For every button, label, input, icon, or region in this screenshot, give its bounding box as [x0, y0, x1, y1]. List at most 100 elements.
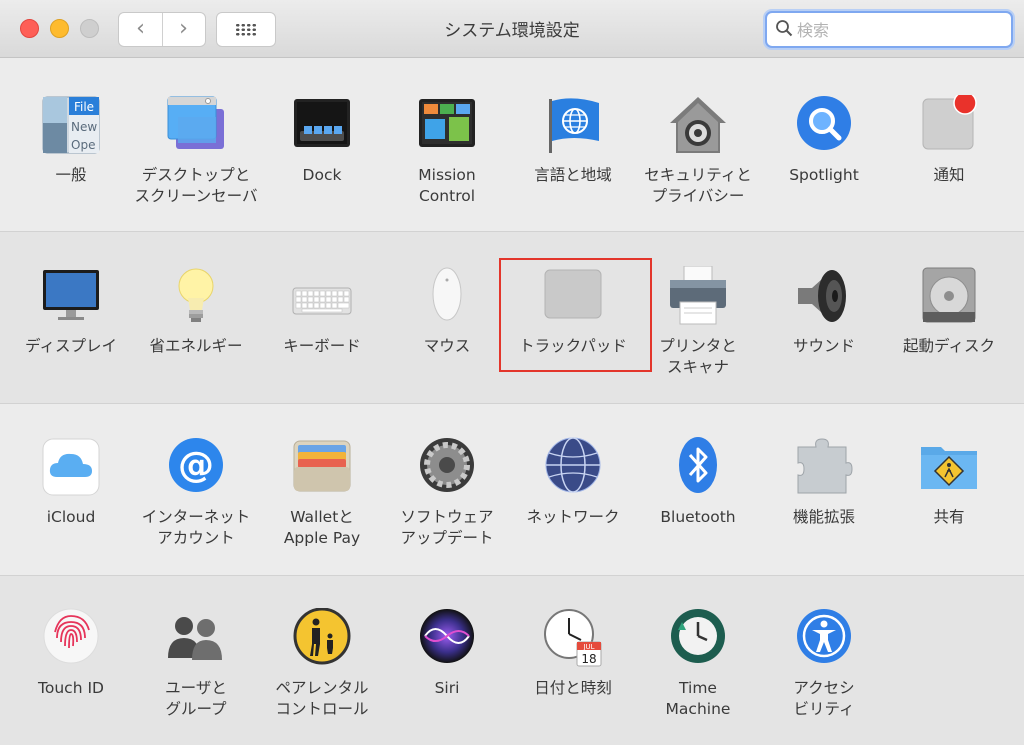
notifications-icon [922, 95, 977, 150]
show-all-button[interactable] [216, 12, 276, 47]
printer-icon [670, 266, 726, 325]
forward-button[interactable]: › [162, 13, 205, 46]
pane-displays[interactable]: ディスプレイ [8, 266, 134, 396]
speaker-icon [798, 270, 846, 322]
close-window-button[interactable] [20, 19, 39, 38]
users-silhouette-icon [168, 617, 222, 660]
pane-sharing[interactable]: 共有 [886, 437, 1012, 567]
pane-printers-scanners[interactable]: プリンタと スキャナ [635, 266, 761, 396]
pane-language-region[interactable]: 言語と地域 [510, 95, 636, 225]
selection-highlight [499, 258, 652, 372]
pane-label: Touch ID [38, 679, 104, 697]
pane-mission-control[interactable]: Mission Control [384, 95, 510, 225]
svg-text:@: @ [178, 445, 214, 486]
pane-label: マウス [423, 337, 471, 355]
pane-parental-controls[interactable]: ペアレンタル コントロール [259, 608, 385, 738]
pane-label: 一般 [55, 166, 87, 184]
pane-mouse[interactable]: マウス [384, 266, 510, 396]
pane-bluetooth[interactable]: Bluetooth [635, 437, 761, 567]
pane-label: ペアレンタル コントロール [275, 679, 369, 718]
pane-icloud[interactable]: iCloud [8, 437, 134, 567]
pane-network[interactable]: ネットワーク [510, 437, 636, 567]
flag-globe-icon [549, 98, 599, 153]
pane-label: アクセシ ビリティ [793, 679, 855, 718]
fingerprint-icon [43, 608, 99, 664]
svg-text:Ope: Ope [71, 138, 95, 152]
keyboard-icon [292, 287, 352, 315]
pane-label: Siri [434, 679, 460, 697]
search-input[interactable] [795, 17, 1004, 43]
svg-text:18: 18 [581, 652, 596, 666]
pane-label: キーボード [283, 337, 361, 355]
navigation-buttons: ‹ › [118, 12, 206, 47]
display-monitor-icon [43, 270, 99, 320]
pane-label: 通知 [933, 166, 965, 184]
accessibility-icon [797, 609, 851, 663]
pane-energy-saver[interactable]: 省エネルギー [133, 266, 259, 396]
time-machine-icon [671, 609, 725, 663]
general-icon: File New Ope [42, 96, 100, 154]
pane-label: セキュリティと プライバシー [644, 166, 752, 205]
dock-icon [294, 99, 350, 147]
spotlight-magnifier-icon [797, 96, 851, 150]
pane-label: 日付と時刻 [534, 679, 612, 697]
pane-siri[interactable]: Siri [384, 608, 510, 738]
icloud-icon [42, 438, 100, 496]
light-bulb-icon [178, 268, 214, 322]
pane-software-update[interactable]: ソフトウェア アップデート [384, 437, 510, 567]
hard-disk-icon [922, 267, 976, 323]
grid-icon [235, 23, 257, 36]
pane-sound[interactable]: サウンド [761, 266, 887, 396]
svg-text:File: File [74, 100, 94, 114]
pane-label: Dock [302, 166, 342, 184]
pane-label: 共有 [933, 508, 965, 526]
window-title: システム環境設定 [444, 21, 580, 41]
pane-desktop-screensaver[interactable]: デスクトップと スクリーンセーバ [133, 95, 259, 225]
desktop-screensaver-icon [167, 96, 224, 149]
pane-touch-id[interactable]: Touch ID [8, 608, 134, 738]
pane-general[interactable]: File New Ope 一般 [8, 95, 134, 225]
pane-keyboard[interactable]: キーボード [259, 266, 385, 396]
pane-internet-accounts[interactable]: @ インターネット アカウント [133, 437, 259, 567]
svg-text:New: New [71, 120, 97, 134]
bluetooth-icon [679, 437, 717, 493]
pane-security-privacy[interactable]: セキュリティと プライバシー [635, 95, 761, 225]
pane-notifications[interactable]: 通知 [886, 95, 1012, 225]
back-button[interactable]: ‹ [119, 13, 163, 46]
system-preferences-window: ‹ › システム環境設定 File New Ope [0, 0, 1024, 745]
pane-label: ソフトウェア アップデート [400, 508, 494, 547]
pane-label: Time Machine [665, 679, 731, 718]
pane-label: ディスプレイ [25, 337, 117, 355]
minimize-window-button[interactable] [50, 19, 69, 38]
pane-spotlight[interactable]: Spotlight [761, 95, 887, 225]
mouse-icon [432, 267, 462, 321]
pane-label: Mission Control [418, 166, 476, 205]
mission-control-icon [419, 99, 475, 147]
pane-label: ネットワーク [526, 508, 620, 526]
pane-dock[interactable]: Dock [259, 95, 385, 225]
pane-label: 省エネルギー [149, 337, 243, 355]
sharing-folder-icon [921, 447, 977, 489]
parental-controls-icon [293, 608, 351, 665]
pane-label: 起動ディスク [903, 337, 995, 355]
zoom-window-button[interactable] [80, 19, 99, 38]
pane-users-groups[interactable]: ユーザと グループ [133, 608, 259, 738]
pane-label: サウンド [792, 337, 855, 355]
pane-label: 機能拡張 [792, 508, 855, 526]
pane-wallet-applepay[interactable]: Walletと Apple Pay [259, 437, 385, 567]
pane-label: iCloud [46, 508, 96, 526]
pane-time-machine[interactable]: Time Machine [635, 608, 761, 738]
network-globe-icon [545, 437, 601, 493]
pane-startup-disk[interactable]: 起動ディスク [886, 266, 1012, 396]
siri-icon [420, 609, 474, 663]
pane-accessibility[interactable]: アクセシ ビリティ [761, 608, 887, 738]
search-icon [776, 20, 793, 37]
pane-date-time[interactable]: JUL 18 日付と時刻 [510, 608, 636, 738]
pane-label: Spotlight [789, 166, 859, 184]
wallet-icon [293, 440, 351, 492]
house-lock-icon [670, 97, 726, 153]
search-field[interactable] [765, 11, 1013, 48]
pane-extensions[interactable]: 機能拡張 [761, 437, 887, 567]
clock-calendar-icon: JUL 18 [544, 609, 602, 667]
pane-label: デスクトップと スクリーンセーバ [134, 166, 258, 205]
